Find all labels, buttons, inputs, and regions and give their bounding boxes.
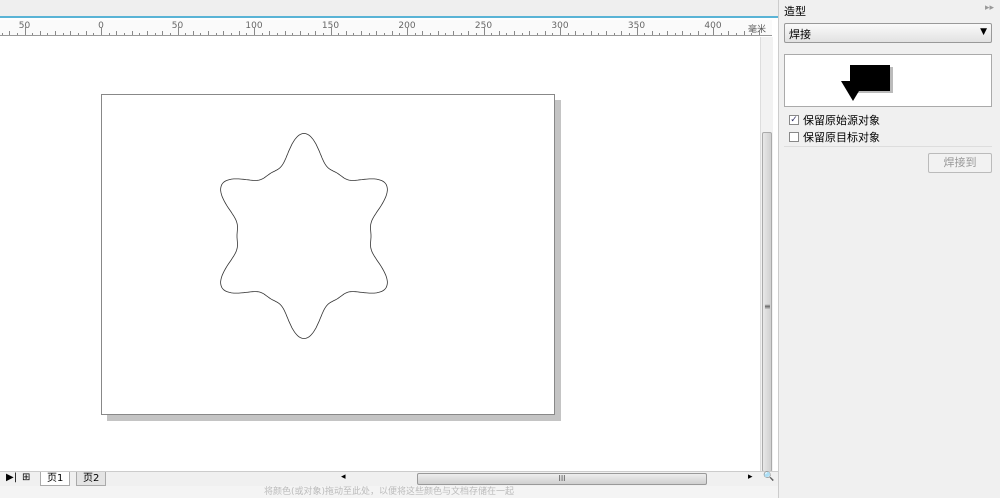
- docker-title: 造型: [784, 5, 806, 18]
- shaping-docker: 造型 ▸▸ 焊接 ▼ ✓ 保留原始源对象 保留原目标对象 焊接到: [778, 0, 1000, 498]
- keep-source-checkbox[interactable]: ✓ 保留原始源对象: [789, 112, 880, 128]
- divider: [784, 146, 992, 147]
- keep-target-label: 保留原目标对象: [803, 131, 880, 144]
- add-page-icon[interactable]: ⊞: [22, 472, 30, 483]
- flower-shape-svg: [220, 132, 388, 340]
- chevron-down-icon: ▼: [980, 27, 987, 37]
- last-page-icon[interactable]: ▶|: [6, 472, 17, 483]
- document-page[interactable]: [101, 94, 555, 415]
- collapse-icon[interactable]: ▸▸: [985, 3, 994, 13]
- page-tab-2[interactable]: 页2: [76, 472, 107, 486]
- horizontal-ruler[interactable]: 毫米 50 0 50 100 150 200 250 300 350 400: [0, 20, 772, 36]
- property-bar: [0, 0, 778, 18]
- color-palette-tray[interactable]: 将颜色(或对象)拖动至此处，以便将这些颜色与文档存储在一起: [0, 486, 778, 498]
- keep-target-checkbox[interactable]: 保留原目标对象: [789, 129, 880, 145]
- checkbox-checked-icon[interactable]: ✓: [789, 115, 799, 125]
- zoom-navigator-icon[interactable]: 🔍: [763, 472, 774, 482]
- scroll-left-icon[interactable]: ◂: [341, 472, 346, 482]
- operation-value: 焊接: [789, 28, 811, 41]
- page-tab-1[interactable]: 页1: [40, 472, 71, 486]
- keep-source-label: 保留原始源对象: [803, 114, 880, 127]
- scroll-right-icon[interactable]: ▸: [748, 472, 753, 482]
- flower-shape[interactable]: [220, 132, 388, 340]
- operation-preview: [784, 54, 992, 107]
- vertical-scroll-thumb[interactable]: ≡: [762, 132, 772, 472]
- weld-to-button[interactable]: 焊接到: [928, 153, 992, 173]
- operation-dropdown[interactable]: 焊接 ▼: [784, 23, 992, 43]
- page-navigator: ▶| ⊞ 页1 页2 ◂ III ▸ 🔍: [0, 471, 778, 486]
- horizontal-scroll-thumb[interactable]: III: [417, 473, 707, 485]
- checkbox-unchecked-icon[interactable]: [789, 132, 799, 142]
- vertical-scrollbar[interactable]: ≡: [760, 37, 773, 477]
- weld-preview-icon: [841, 65, 893, 101]
